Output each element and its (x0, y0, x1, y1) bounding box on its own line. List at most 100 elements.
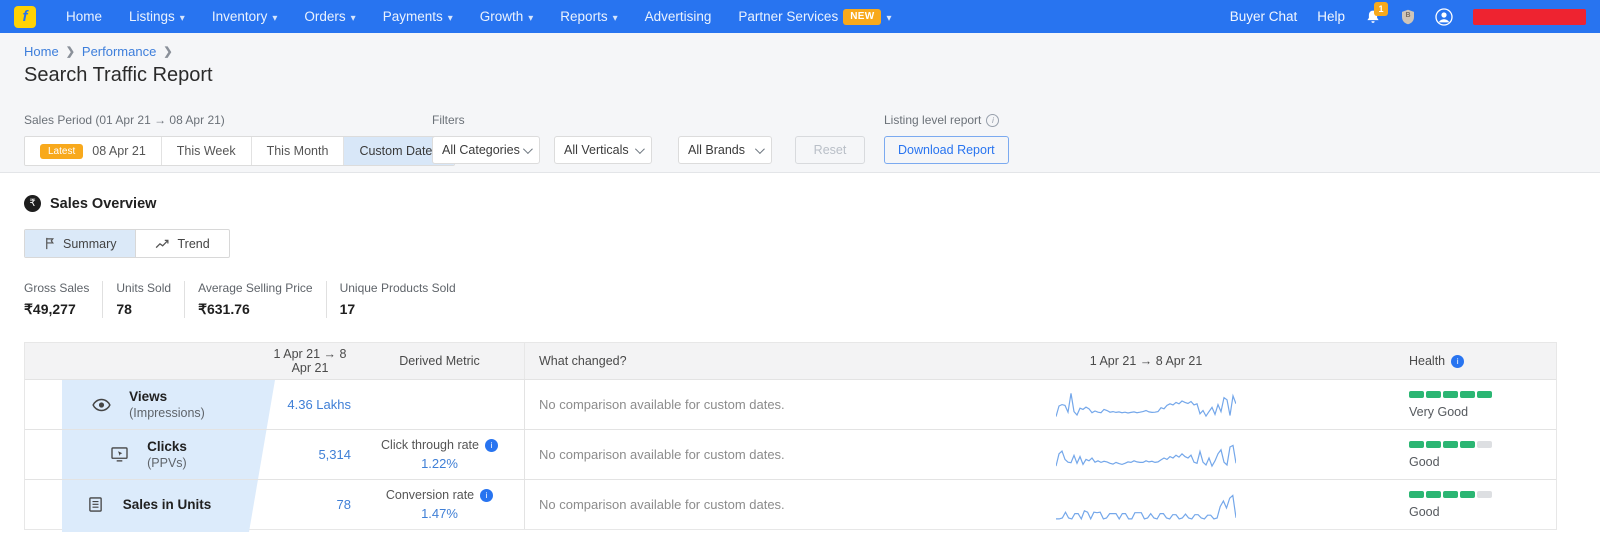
conversion-info-icon[interactable] (480, 489, 493, 502)
page-title: Search Traffic Report (24, 64, 1576, 87)
traffic-table: 1 Apr 21 → 8 Apr 21 Derived Metric What … (24, 342, 1557, 530)
nav-item-orders[interactable]: Orders (304, 9, 355, 24)
nav-item-label: Inventory (212, 9, 268, 24)
period-button-08-apr-21[interactable]: Latest08 Apr 21 (25, 137, 162, 165)
metric-value: ₹631.76 (198, 301, 313, 318)
table-row-views: Views (Impressions) 4.36 Lakhs No compar… (25, 379, 1556, 429)
nav-item-label: Partner Services (738, 9, 838, 24)
top-nav: Home Listings Inventory Orders Payments Growt… (0, 0, 1600, 33)
health-segment (1409, 441, 1424, 448)
health-segment (1426, 491, 1441, 498)
sales-value-link[interactable]: 78 (337, 497, 351, 512)
chevron-down-icon (528, 9, 533, 24)
reset-button[interactable]: Reset (795, 136, 865, 164)
clicks-sparkline-chart (1056, 437, 1236, 473)
nav-item-inventory[interactable]: Inventory (212, 9, 278, 24)
metric-name: Clicks (136, 439, 187, 454)
breadcrumb-link-home[interactable]: Home (24, 44, 59, 59)
metric-unique-products-sold: Unique Products Sold 17 (326, 281, 469, 318)
header-health-label: Health (1409, 354, 1445, 368)
sales-document-icon (79, 497, 112, 512)
dropdown-all-categories[interactable]: All Categories (432, 136, 540, 164)
metric-label: Units Sold (116, 281, 171, 295)
sales-overview-header: Sales Overview (24, 195, 1576, 212)
sales-period-group: Sales Period (01 Apr 21 → 08 Apr 21) Lat… (24, 113, 400, 166)
nav-item-growth[interactable]: Growth (480, 9, 534, 24)
metric-label: Gross Sales (24, 281, 89, 295)
health-info-icon[interactable] (1451, 355, 1464, 368)
health-segment (1477, 441, 1492, 448)
health-segment (1460, 491, 1475, 498)
account-name-redacted[interactable] (1473, 9, 1586, 25)
conversion-value-link[interactable]: 1.47% (421, 506, 458, 521)
period-button-label: This Week (177, 144, 236, 158)
period-button-this-week[interactable]: This Week (162, 137, 252, 165)
metric-value: 17 (340, 301, 456, 317)
help-link[interactable]: Help (1317, 9, 1345, 24)
nav-right: Buyer Chat Help 1 (1230, 8, 1586, 26)
tab-summary[interactable]: Summary (25, 230, 136, 257)
header-band: Home❯Performance❯ Search Traffic Report … (0, 33, 1600, 173)
metric-sub: (PPVs) (136, 456, 187, 470)
main-content: Sales Overview Summary Trend Gross Sales… (0, 173, 1600, 530)
period-button-label: This Month (267, 144, 329, 158)
download-report-button[interactable]: Download Report (884, 136, 1009, 164)
tab-trend[interactable]: Trend (136, 230, 228, 257)
notifications-bell-icon[interactable]: 1 (1365, 9, 1381, 25)
header-health: Health (1368, 354, 1556, 368)
health-segment (1443, 441, 1458, 448)
table-row-sales-units: Sales in Units 78 Conversion rate 1.47% … (25, 479, 1556, 529)
tab-summary-label: Summary (63, 237, 116, 251)
chevron-down-icon (351, 9, 356, 24)
filter-row: Sales Period (01 Apr 21 → 08 Apr 21) Lat… (24, 113, 1576, 166)
header-period: 1 Apr 21 → 8 Apr 21 (265, 347, 355, 375)
clicks-icon (103, 447, 136, 462)
dropdown-all-brands[interactable]: All Brands (678, 136, 772, 164)
health-segment (1460, 391, 1475, 398)
clicks-value-link[interactable]: 5,314 (318, 447, 351, 462)
rupee-icon (24, 195, 41, 212)
header-trend-period: 1 Apr 21 → 8 Apr 21 (924, 354, 1368, 368)
flipkart-seller-logo[interactable] (14, 6, 36, 28)
what-changed-text: No comparison available for custom dates… (524, 430, 924, 479)
health-segment (1477, 391, 1492, 398)
period-button-this-month[interactable]: This Month (252, 137, 345, 165)
tab-trend-label: Trend (177, 237, 209, 251)
metric-label: Unique Products Sold (340, 281, 456, 295)
health-segment (1443, 491, 1458, 498)
account-avatar-icon[interactable] (1435, 8, 1453, 26)
health-segment (1477, 491, 1492, 498)
avatar-icon (1435, 8, 1453, 26)
health-segment (1443, 391, 1458, 398)
views-sparkline-chart (1056, 387, 1236, 423)
sales-period-label: Sales Period (01 Apr 21 → 08 Apr 21) (24, 113, 400, 127)
buyer-chat-link[interactable]: Buyer Chat (1230, 9, 1298, 24)
ctr-info-icon[interactable] (485, 439, 498, 452)
listing-level-info-icon[interactable] (986, 114, 999, 127)
dropdown-all-verticals[interactable]: All Verticals (554, 136, 652, 164)
ctr-value-link[interactable]: 1.22% (421, 456, 458, 471)
nav-item-listings[interactable]: Listings (129, 9, 185, 24)
filters-label: Filters (432, 113, 865, 127)
health-label: Good (1409, 505, 1556, 519)
nav-item-label: Growth (480, 9, 524, 24)
metric-units-sold: Units Sold78 (102, 281, 184, 318)
breadcrumb-link-performance[interactable]: Performance (82, 44, 156, 59)
metric-name: Views (118, 389, 205, 404)
chevron-down-icon (886, 9, 891, 24)
seller-tier-badge-icon[interactable] (1401, 9, 1415, 25)
listing-report-group: Listing level report Download Report (884, 113, 1009, 164)
nav-item-payments[interactable]: Payments (383, 9, 453, 24)
metric-name: Sales in Units (112, 497, 212, 512)
health-label: Very Good (1409, 405, 1556, 419)
nav-item-home[interactable]: Home (66, 9, 102, 24)
nav-item-advertising[interactable]: Advertising (645, 9, 712, 24)
breadcrumb-separator-icon: ❯ (66, 45, 75, 58)
nav-item-reports[interactable]: Reports (560, 9, 617, 24)
header-derived-metric: Derived Metric (355, 354, 524, 368)
nav-item-partner-services[interactable]: Partner ServicesNEW (738, 9, 891, 25)
nav-item-label: Payments (383, 9, 443, 24)
nav-item-label: Orders (304, 9, 345, 24)
dropdown-value: All Verticals (564, 143, 629, 157)
views-value-link[interactable]: 4.36 Lakhs (287, 397, 351, 412)
